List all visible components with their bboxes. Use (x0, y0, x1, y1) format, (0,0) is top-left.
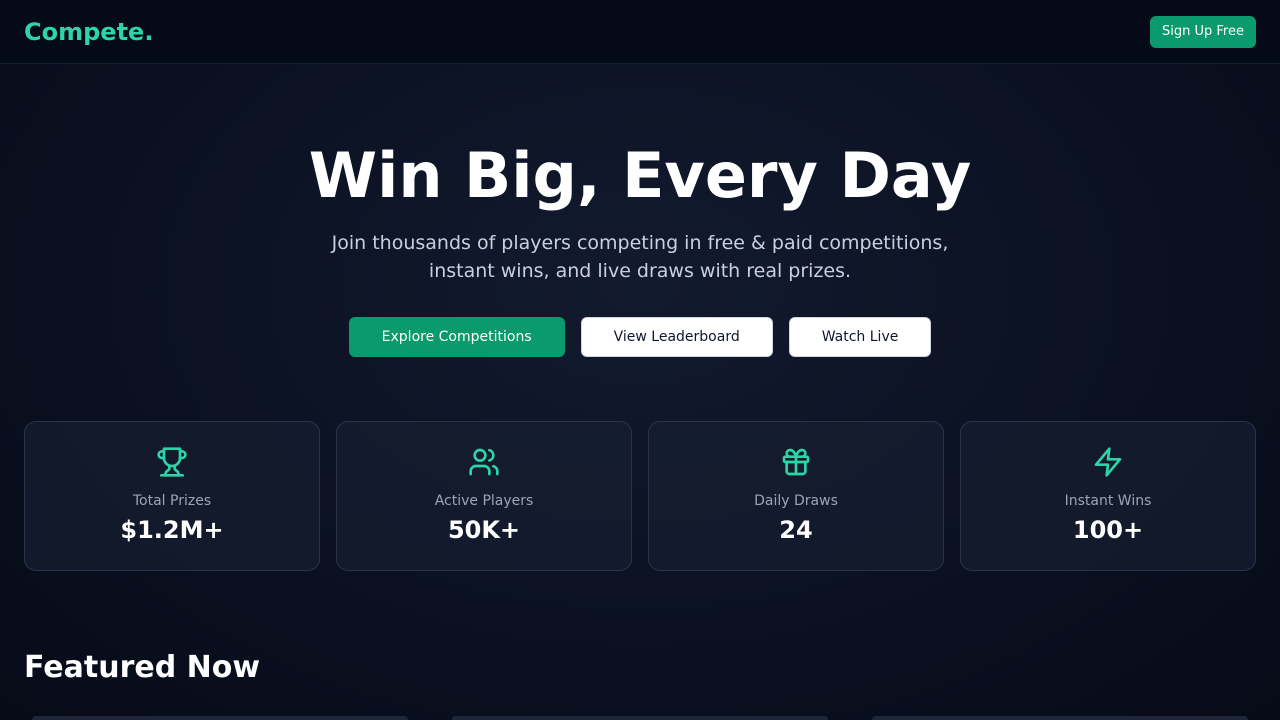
featured-card[interactable] (452, 716, 828, 720)
featured-cards-row (32, 716, 1248, 720)
stat-card-daily-draws: Daily Draws 24 (648, 421, 944, 571)
featured-card[interactable] (872, 716, 1248, 720)
trophy-icon (157, 447, 187, 477)
navbar: Compete. Sign Up Free (0, 0, 1280, 64)
gift-icon (782, 448, 810, 476)
stat-card-instant-wins: Instant Wins 100+ (960, 421, 1256, 571)
hero-title: Win Big, Every Day (308, 139, 972, 212)
stat-card-total-prizes: Total Prizes $1.2M+ (24, 421, 320, 571)
stat-value: 24 (779, 516, 813, 544)
stat-value: 100+ (1072, 516, 1144, 544)
signup-button[interactable]: Sign Up Free (1150, 16, 1256, 48)
hero-subtitle: Join thousands of players competing in f… (290, 229, 990, 285)
featured-card[interactable] (32, 716, 408, 720)
featured-section-title: Featured Now (24, 650, 261, 685)
stat-value: $1.2M+ (120, 516, 224, 544)
lightning-icon (1094, 447, 1122, 477)
stat-label: Daily Draws (754, 493, 838, 509)
stat-card-active-players: Active Players 50K+ (336, 421, 632, 571)
cta-button-group: Explore Competitions View Leaderboard Wa… (0, 317, 1280, 357)
stat-label: Instant Wins (1064, 493, 1152, 509)
view-leaderboard-button[interactable]: View Leaderboard (580, 317, 773, 357)
stat-label: Total Prizes (132, 493, 212, 509)
watch-live-button[interactable]: Watch Live (788, 317, 932, 357)
users-icon (469, 448, 499, 476)
hero-subtitle-line-1: Join thousands of players competing in f… (331, 232, 949, 254)
stat-value: 50K+ (447, 516, 521, 544)
stats-row: Total Prizes $1.2M+ Active Players 50K+ … (24, 421, 1256, 571)
logo[interactable]: Compete. (24, 16, 153, 48)
hero-subtitle-line-2: instant wins, and live draws with real p… (428, 260, 852, 282)
stat-label: Active Players (434, 493, 534, 509)
explore-competitions-button[interactable]: Explore Competitions (348, 317, 565, 357)
